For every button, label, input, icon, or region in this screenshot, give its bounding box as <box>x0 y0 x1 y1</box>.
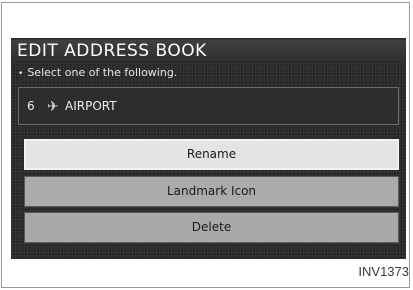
entry-number: 6 <box>27 99 35 113</box>
instruction-text: • Select one of the following. <box>18 66 177 81</box>
navigation-screen: EDIT ADDRESS BOOK • Select one of the fol… <box>11 38 406 259</box>
airplane-icon: ✈ <box>47 99 59 115</box>
delete-button[interactable]: Delete <box>24 212 399 243</box>
bullet-icon: • <box>18 69 24 79</box>
instruction-label: Select one of the following. <box>27 66 178 79</box>
landmark-icon-button[interactable]: Landmark Icon <box>24 176 399 207</box>
address-entry: 6 ✈ AIRPORT <box>18 87 399 125</box>
screen-title: EDIT ADDRESS BOOK <box>11 40 406 62</box>
rename-button[interactable]: Rename <box>24 139 399 170</box>
entry-name: AIRPORT <box>65 99 117 113</box>
figure-code: INV1373 <box>358 264 409 279</box>
